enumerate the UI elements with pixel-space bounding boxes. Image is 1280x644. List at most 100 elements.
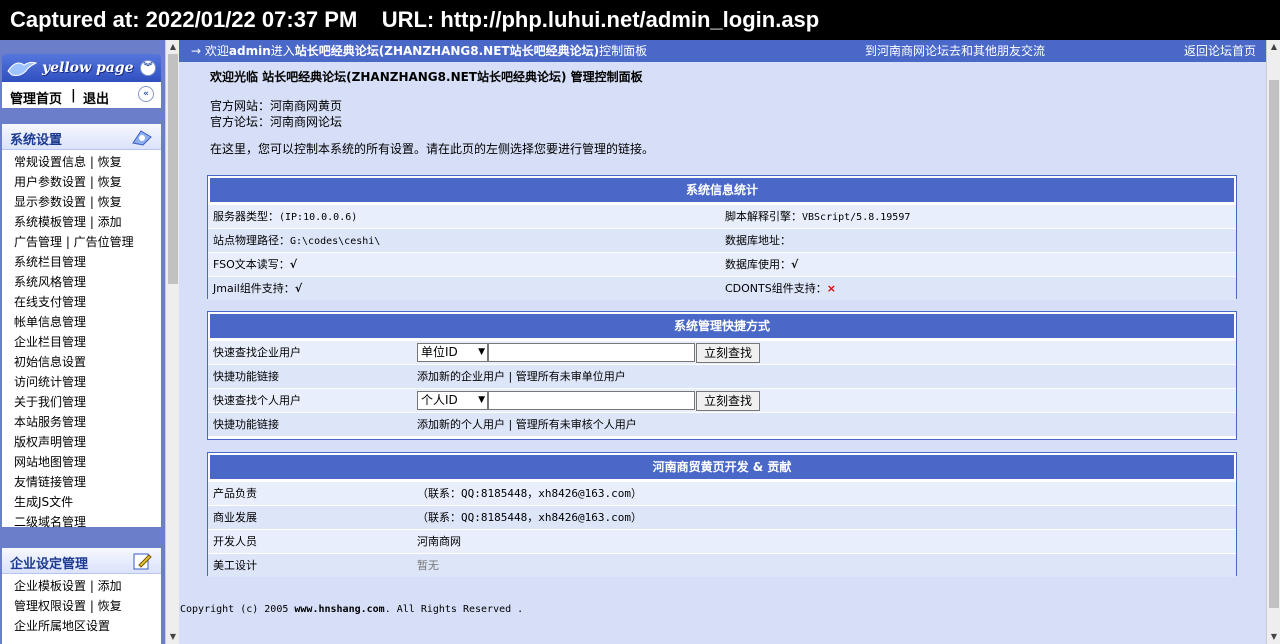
table-row: 产品负责 （联系：QQ:8185448，xh8426@163.com） [208,481,1236,505]
row-label: 快速查找企业用户 [213,346,301,359]
scrollbar-thumb[interactable] [168,54,178,284]
menu-item[interactable]: 版权声明管理 [2,432,161,452]
menu-group-header[interactable]: 系统设置 [2,124,161,150]
copyright: Copyright (c) 2005 www.hnshang.com. All … [180,604,523,615]
welcome-prefix: 欢迎 [204,44,229,58]
collapse-header-icon[interactable]: ︾ [140,60,156,76]
menu-group-enterprise: 企业设定管理 企业模板设置 | 添加 管理权限设置 | 恢复 企业所属地区设置 [2,548,161,644]
row-label: 快捷功能链接 [213,370,279,383]
stat-cell: 站点物理路径：G:\codes\ceshi\ [210,229,720,253]
personal-search-input[interactable] [488,391,695,410]
menu-item[interactable]: 在线支付管理 [2,292,161,312]
welcome-bar-text: → 欢迎admin进入站长吧经典论坛(ZHANZHANG8.NET站长吧经典论坛… [191,40,647,62]
back-to-forum-link[interactable]: 返回论坛首页 [1184,40,1256,62]
add-personal-user-link[interactable]: 添加新的个人用户 [417,418,505,431]
menu-group-header[interactable]: 企业设定管理 [2,548,161,574]
nav-logout-link[interactable]: 退出 [83,88,109,107]
stat-value: VBScript/5.8.19597 [802,212,911,223]
enterprise-search-input[interactable] [488,343,695,362]
main-frame: → 欢迎admin进入站长吧经典论坛(ZHANZHANG8.NET站长吧经典论坛… [179,40,1280,644]
menu-item[interactable]: 本站服务管理 [2,412,161,432]
panel-title: 系统管理快捷方式 [210,314,1234,338]
cross-icon: × [826,282,836,295]
stat-label: 数据库地址： [725,234,791,247]
check-icon: √ [294,282,303,295]
credit-label: 开发人员 [213,535,257,548]
scroll-up-icon[interactable]: ▲ [1267,40,1280,54]
menu-item[interactable]: 二级域名管理 [2,512,161,532]
nav-separator: | [71,88,76,103]
row-label: 快速查找个人用户 [213,394,301,407]
manage-unreviewed-personal-link[interactable]: 管理所有未审核个人用户 [516,418,637,431]
sidebar-scrollbar[interactable]: ▲ ▼ [165,40,179,644]
menu-item[interactable]: 初始信息设置 [2,352,161,372]
menu-item[interactable]: 企业所属地区设置 [2,616,161,636]
forum-exchange-link[interactable]: 到河南商网论坛去和其他朋友交流 [865,40,1045,62]
credit-label: 产品负责 [213,487,257,500]
welcome-suffix: 控制面板 [599,44,648,58]
personal-search-button[interactable]: 立刻查找 [696,391,760,411]
table-row: 快速查找个人用户 个人ID ▼ 立刻查找 [208,388,1236,412]
menu-item[interactable]: 友情链接管理 [2,472,161,492]
scroll-down-icon[interactable]: ▼ [1267,630,1280,644]
manage-unreviewed-enterprise-link[interactable]: 管理所有未审单位用户 [516,370,626,383]
menu-item[interactable]: 企业模板设置 | 添加 [2,576,161,596]
enterprise-search-button[interactable]: 立刻查找 [696,343,760,363]
scroll-up-icon[interactable]: ▲ [166,40,180,54]
stat-label: 数据库使用： [725,258,791,271]
official-site[interactable]: 官方网站：河南商网黄页 [210,97,342,114]
credits-panel: 河南商贸黄页开发 & 贡献 产品负责 （联系：QQ:8185448，xh8426… [207,452,1237,577]
select-value: 单位ID [421,345,458,359]
menu-group-title: 系统设置 [10,133,63,148]
stat-cell: CDONTS组件支持：× [722,277,1234,301]
logo-header: yellow page ︾ [2,54,161,82]
table-row: 站点物理路径：G:\codes\ceshi\ 数据库地址： [208,228,1236,252]
menu-group-title: 企业设定管理 [10,557,89,572]
menu-item[interactable]: 网站地图管理 [2,452,161,472]
menu-item[interactable]: 常规设置信息 | 恢复 [2,152,161,172]
stat-cell: 脚本解释引擎：VBScript/5.8.19597 [722,205,1234,229]
menu-item[interactable]: 显示参数设置 | 恢复 [2,192,161,212]
row-links: 添加新的个人用户 | 管理所有未审核个人用户 [414,413,1234,437]
stat-label: Jmail组件支持： [213,282,295,295]
enterprise-id-select[interactable]: 单位ID ▼ [417,343,488,362]
menu-item[interactable]: 用户参数设置 | 恢复 [2,172,161,192]
menu-item[interactable]: 系统栏目管理 [2,252,161,272]
left-frame: yellow page ︾ 管理首页 | 退出 « 系统设置 常规设置信息 | … [0,40,179,644]
menu-item[interactable]: 系统模板管理 | 添加 [2,212,161,232]
table-row: 商业发展 （联系：QQ:8185448，xh8426@163.com） [208,505,1236,529]
capture-banner: Captured at: 2022/01/22 07:37 PM URL: ht… [0,0,1280,40]
main-scrollbar[interactable]: ▲ ▼ [1266,40,1280,644]
forum-name: 站长吧经典论坛(ZHANZHANG8.NET站长吧经典论坛) [294,44,600,58]
site-link[interactable]: www.hnshang.com [294,604,384,615]
nav-home-link[interactable]: 管理首页 [10,88,62,107]
menu-item[interactable]: 关于我们管理 [2,392,161,412]
scrollbar-thumb[interactable] [1269,80,1279,608]
chevron-down-icon: ▼ [478,347,485,357]
personal-id-select[interactable]: 个人ID ▼ [417,391,488,410]
stat-label: 站点物理路径： [213,234,290,247]
welcome-mid: 进入 [270,44,295,58]
credit-value: （联系：QQ:8185448，xh8426@163.com） [417,511,642,524]
chevron-down-icon: ▼ [478,395,485,405]
menu-item[interactable]: 生成JS文件 [2,492,161,512]
menu-item[interactable]: 帐单信息管理 [2,312,161,332]
stat-value: G:\codes\ceshi\ [290,236,381,247]
add-enterprise-user-link[interactable]: 添加新的企业用户 [417,370,505,383]
official-forum[interactable]: 官方论坛：河南商网论坛 [210,113,342,130]
menu-item[interactable]: 系统风格管理 [2,272,161,292]
menu-item[interactable]: 广告管理 | 广告位管理 [2,232,161,252]
menu-item[interactable]: 访问统计管理 [2,372,161,392]
credit-value: 暂无 [417,559,439,572]
row-label: 快捷功能链接 [213,418,279,431]
username: admin [228,44,271,58]
shortcuts-panel: 系统管理快捷方式 快速查找企业用户 单位ID ▼ 立刻查找 快捷功能链接 添加新的… [207,311,1237,440]
collapse-sidebar-icon[interactable]: « [138,86,154,102]
menu-item[interactable]: 管理权限设置 | 恢复 [2,596,161,616]
scroll-down-icon[interactable]: ▼ [166,630,180,644]
panel-title: 河南商贸黄页开发 & 贡献 [210,455,1234,479]
table-row: 美工设计 暂无 [208,553,1236,577]
stat-cell: 服务器类型：(IP:10.0.0.6) [210,205,720,229]
menu-item[interactable]: 企业栏目管理 [2,332,161,352]
stat-label: 服务器类型： [213,210,279,223]
